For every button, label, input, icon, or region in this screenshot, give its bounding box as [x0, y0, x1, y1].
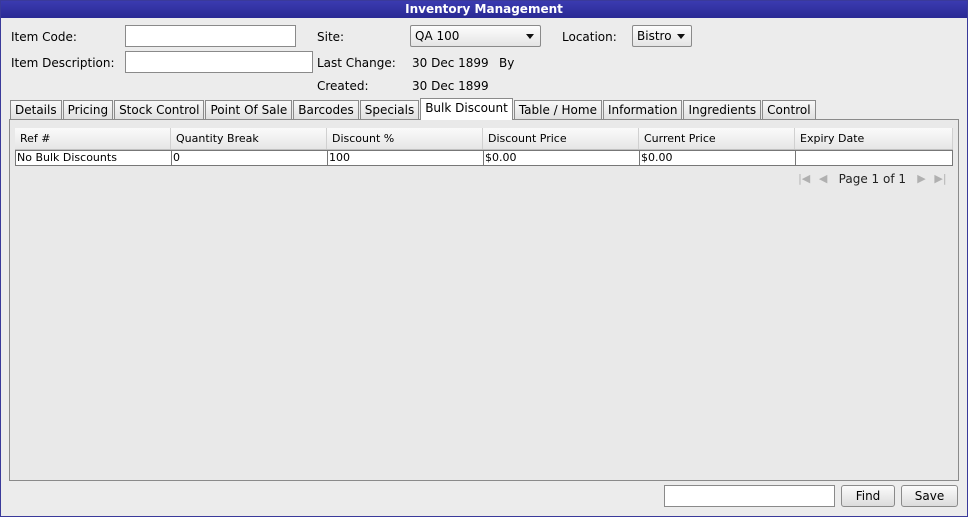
column-header-quantity-break[interactable]: Quantity Break [171, 128, 327, 149]
tab-information[interactable]: Information [602, 100, 683, 121]
cell-expiry-date[interactable] [796, 151, 952, 165]
table-row[interactable]: No Bulk Discounts 0 100 $0.00 $0.00 [15, 150, 953, 166]
site-select-value: QA 100 [415, 29, 460, 43]
cell-discount-price[interactable]: $0.00 [484, 151, 640, 165]
cell-ref[interactable]: No Bulk Discounts [16, 151, 172, 165]
tab-details[interactable]: Details [10, 100, 62, 121]
location-select-value: Bistro [637, 29, 672, 43]
by-label: By [499, 56, 515, 70]
tab-bulk-discount[interactable]: Bulk Discount [420, 98, 513, 120]
tab-control[interactable]: Control [762, 100, 816, 121]
previous-page-icon[interactable]: ◀ [816, 172, 831, 186]
column-header-expiry-date[interactable]: Expiry Date [795, 128, 953, 149]
find-input[interactable] [664, 485, 835, 507]
site-label: Site: [317, 30, 345, 44]
column-header-discount-percent[interactable]: Discount % [327, 128, 483, 149]
cell-current-price[interactable]: $0.00 [640, 151, 796, 165]
cell-discount-percent[interactable]: 100 [328, 151, 484, 165]
inventory-window: Inventory Management Item Code: Item Des… [0, 0, 968, 517]
tab-pricing[interactable]: Pricing [62, 100, 114, 121]
chevron-down-icon [526, 34, 534, 39]
created-value: 30 Dec 1899 [412, 79, 489, 93]
tab-ingredients[interactable]: Ingredients [683, 100, 762, 121]
chevron-down-icon [677, 34, 685, 39]
column-header-ref[interactable]: Ref # [15, 128, 171, 149]
tab-specials[interactable]: Specials [359, 100, 420, 121]
first-page-icon[interactable]: |◀ [797, 172, 812, 186]
bulk-discount-grid: Ref # Quantity Break Discount % Discount… [15, 128, 953, 166]
tab-strip: Details Pricing Stock Control Point Of S… [10, 98, 817, 121]
location-select[interactable]: Bistro [632, 25, 692, 47]
created-label: Created: [317, 79, 369, 93]
item-description-input[interactable] [125, 51, 313, 73]
find-button[interactable]: Find [841, 485, 895, 507]
tab-point-of-sale[interactable]: Point Of Sale [205, 100, 293, 121]
location-label: Location: [562, 30, 617, 44]
cell-quantity-break[interactable]: 0 [172, 151, 328, 165]
tab-stock-control[interactable]: Stock Control [114, 100, 205, 121]
column-header-discount-price[interactable]: Discount Price [483, 128, 639, 149]
save-button[interactable]: Save [901, 485, 958, 507]
last-page-icon[interactable]: ▶| [933, 172, 948, 186]
page-indicator: Page 1 of 1 [838, 172, 906, 186]
pager: |◀ ◀ Page 1 of 1 ▶ ▶| [795, 172, 950, 186]
grid-header: Ref # Quantity Break Discount % Discount… [15, 128, 953, 150]
bulk-discount-panel: Ref # Quantity Break Discount % Discount… [9, 119, 959, 481]
column-header-current-price[interactable]: Current Price [639, 128, 795, 149]
window-title: Inventory Management [1, 1, 967, 18]
tab-table-home[interactable]: Table / Home [513, 100, 602, 121]
tab-barcodes[interactable]: Barcodes [293, 100, 359, 121]
next-page-icon[interactable]: ▶ [914, 172, 929, 186]
item-code-label: Item Code: [11, 30, 77, 44]
item-code-input[interactable] [125, 25, 296, 47]
item-description-label: Item Description: [11, 56, 115, 70]
last-change-label: Last Change: [317, 56, 396, 70]
last-change-value: 30 Dec 1899 [412, 56, 489, 70]
site-select[interactable]: QA 100 [410, 25, 541, 47]
